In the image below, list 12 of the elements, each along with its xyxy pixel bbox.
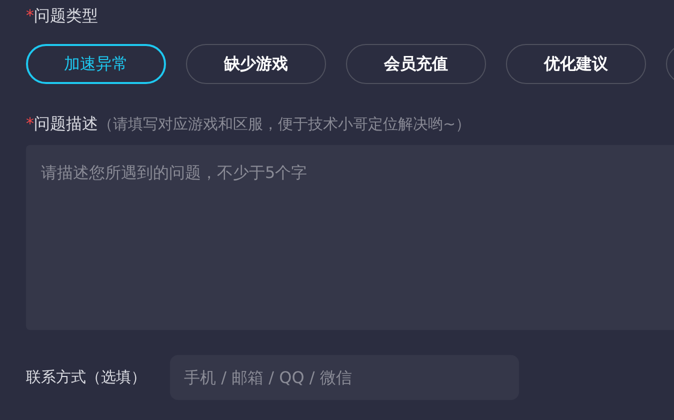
section-label: 问题类型 <box>34 5 98 27</box>
required-asterisk: * <box>26 113 34 135</box>
contact-field[interactable]: 手机 / 邮箱 / QQ / 微信 <box>170 355 519 400</box>
contact-label: 联系方式（选填） <box>26 368 146 387</box>
option-chip[interactable]: 加速异常 <box>26 44 166 84</box>
required-asterisk: * <box>26 5 34 27</box>
description-field[interactable]: 请描述您所遇到的问题，不少于5个字 <box>26 145 674 330</box>
section-label: 问题描述 <box>34 113 98 135</box>
option-chip[interactable]: 优化建议 <box>506 44 646 84</box>
hint-text: （请填写对应游戏和区服，便于技术小哥定位解决哟~） <box>98 114 471 135</box>
option-chip[interactable]: 会员充值 <box>346 44 486 84</box>
option-chip[interactable]: 缺少游戏 <box>186 44 326 84</box>
